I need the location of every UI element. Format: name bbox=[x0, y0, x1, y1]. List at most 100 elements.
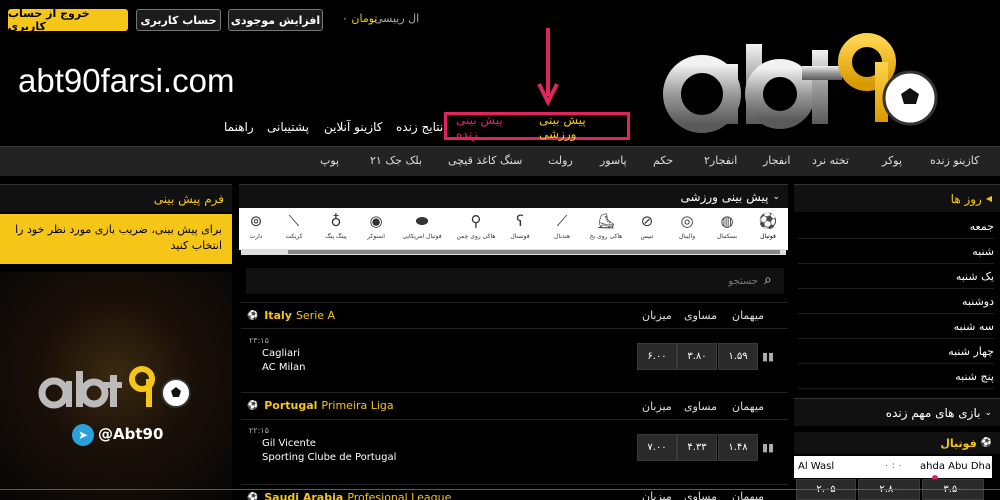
chevron-down-icon: ⌄ bbox=[772, 191, 780, 202]
days-header: روز ها ◀ bbox=[794, 184, 1000, 212]
field-hockey-icon: ⚲ bbox=[470, 212, 482, 230]
days-title: روز ها bbox=[950, 191, 982, 206]
caret-left-icon: ◀ bbox=[985, 194, 992, 203]
cat-hokm[interactable]: حکم bbox=[653, 154, 673, 167]
soccer-ball-icon: ⚽ bbox=[980, 438, 992, 448]
futsal-icon: ʕ bbox=[516, 212, 524, 230]
team-away: AC Milan bbox=[262, 362, 306, 373]
odd-x[interactable]: ۳.۸۰ bbox=[677, 343, 717, 370]
nav-online-casino[interactable]: کازینو آنلاین bbox=[324, 118, 386, 136]
cat-blackjack[interactable]: بلک جک ۲۱ bbox=[370, 154, 422, 167]
chevron-down-icon: ⌄ bbox=[984, 407, 992, 418]
stats-icon[interactable]: ▮▮ bbox=[762, 350, 774, 363]
promo-logo bbox=[38, 366, 191, 409]
sport-table-tennis[interactable]: ♁ پینگ پنگ bbox=[316, 212, 356, 248]
sport-soccer[interactable]: ⚽ فوتبال bbox=[748, 212, 788, 248]
cricket-icon: ⟍ bbox=[288, 212, 300, 230]
logout-button[interactable]: خروج از حساب کاربری bbox=[8, 7, 128, 33]
soccer-ball-icon: ⚽ bbox=[247, 400, 259, 411]
cat-backgammon[interactable]: تخته نرد bbox=[812, 154, 849, 167]
american-football-icon: ⬬ bbox=[415, 212, 429, 230]
nav-help[interactable]: راهنما bbox=[224, 118, 264, 136]
sport-basketball[interactable]: ◍ بسکتبال bbox=[707, 212, 747, 248]
sport-ice-hockey[interactable]: ⛸ هاکی روی یخ bbox=[586, 212, 626, 248]
day-item[interactable]: شنبه bbox=[798, 239, 994, 264]
cat-rock-paper-scissors[interactable]: سنگ کاغذ قیچی bbox=[448, 154, 522, 167]
sports-panel-header: پیش بینی ورزشی ⌄ bbox=[239, 184, 788, 208]
cat-roulette[interactable]: رولت bbox=[548, 154, 573, 167]
tennis-icon: ⊘ bbox=[640, 212, 654, 230]
sport-darts[interactable]: ⊚ دارت bbox=[236, 212, 276, 248]
user-name: ال رییسی bbox=[374, 12, 420, 25]
team-away: Sporting Clube de Portugal bbox=[262, 452, 397, 463]
sport-handball[interactable]: ⟋ هندبال bbox=[542, 212, 582, 248]
cat-crash2[interactable]: انفجار۲ bbox=[704, 154, 737, 167]
search-input[interactable]: جستجو bbox=[700, 276, 758, 287]
search-icon: ⌕ bbox=[764, 272, 772, 288]
live-header: بازی های مهم زنده ⌄ bbox=[794, 398, 1000, 426]
day-item[interactable]: سه شنبه bbox=[798, 314, 994, 339]
sport-volleyball[interactable]: ◎ والیبال bbox=[667, 212, 707, 248]
sport-field-hockey[interactable]: ⚲ هاکی روی چمن bbox=[456, 212, 496, 248]
nav-sports-betting[interactable]: پیش بینی ورزشی bbox=[539, 113, 614, 141]
telegram-handle: @Abt90 bbox=[98, 425, 164, 443]
odd-2[interactable]: ۷.۰۰ bbox=[637, 434, 677, 461]
odd-1[interactable]: ۱.۵۹ bbox=[718, 343, 758, 370]
stats-icon[interactable]: ▮▮ bbox=[762, 441, 774, 454]
match-time: ۲۲:۱۵ bbox=[249, 426, 269, 435]
cat-pop[interactable]: پوپ bbox=[320, 154, 339, 167]
sport-cricket[interactable]: ⟍ کریکت bbox=[274, 212, 314, 248]
odd-1[interactable]: ۱.۴۸ bbox=[718, 434, 758, 461]
volleyball-icon: ◎ bbox=[680, 212, 694, 230]
bet-slip-message: برای پیش بینی، ضریب بازی مورد نظر خود را… bbox=[0, 214, 232, 264]
soccer-ball-icon: ⚽ bbox=[247, 492, 259, 500]
cat-live-casino[interactable]: کازینو زنده bbox=[930, 154, 979, 167]
col-header-away: میهمان bbox=[732, 490, 765, 500]
darts-icon: ⊚ bbox=[249, 212, 263, 230]
soccer-ball-icon: ⚽ bbox=[247, 310, 259, 321]
col-header-away: میهمان bbox=[732, 309, 765, 322]
team-home: Gil Vicente bbox=[262, 438, 316, 449]
telegram-icon: ➤ bbox=[72, 424, 94, 446]
nav-live-betting[interactable]: پیش بینی زنده bbox=[456, 113, 528, 141]
live-home-team: Al Wasl bbox=[798, 461, 835, 472]
nav-live-results[interactable]: نتایج زنده bbox=[396, 118, 448, 136]
day-item[interactable]: جمعه bbox=[798, 214, 994, 239]
handball-icon: ⟋ bbox=[556, 212, 568, 230]
odd-x[interactable]: ۴.۳۳ bbox=[677, 434, 717, 461]
day-item[interactable]: دوشنبه bbox=[798, 289, 994, 314]
col-header-home: میزبان bbox=[642, 309, 672, 322]
col-header-home: میزبان bbox=[642, 400, 672, 413]
nav-support[interactable]: پشتیبانی bbox=[267, 118, 317, 136]
hockey-icon: ⛸ bbox=[596, 212, 616, 230]
sports-scrollbar-thumb[interactable] bbox=[288, 250, 780, 254]
live-sport-row[interactable]: فوتبال ⚽ bbox=[794, 432, 1000, 454]
site-logo[interactable] bbox=[662, 32, 942, 136]
balance-amount: تومان ۰ bbox=[342, 12, 378, 25]
cat-crash[interactable]: انفجار bbox=[763, 154, 790, 167]
live-away-team: ahda Abu Dhabi... bbox=[920, 461, 992, 472]
col-header-away: میهمان bbox=[732, 400, 765, 413]
deposit-button[interactable]: افزایش موجودی bbox=[228, 9, 323, 31]
sport-futsal[interactable]: ʕ فوتسال bbox=[500, 212, 540, 248]
snooker-icon: ◉ bbox=[369, 212, 383, 230]
sport-snooker[interactable]: ◉ اسنوکر bbox=[356, 212, 396, 248]
sport-american-football[interactable]: ⬬ فوتبال آمریکایی bbox=[402, 212, 442, 248]
sport-tennis[interactable]: ⊘ تنیس bbox=[627, 212, 667, 248]
odd-2[interactable]: ۶.۰۰ bbox=[637, 343, 677, 370]
day-item[interactable]: یک شنبه bbox=[798, 264, 994, 289]
day-item[interactable]: پنج شنبه bbox=[798, 364, 994, 389]
table-tennis-icon: ♁ bbox=[330, 212, 342, 230]
col-header-draw: مساوی bbox=[684, 309, 717, 322]
cat-poker[interactable]: پوکر bbox=[882, 154, 902, 167]
col-header-draw: مساوی bbox=[684, 400, 717, 413]
day-item[interactable]: چهار شنبه bbox=[798, 339, 994, 364]
basketball-icon: ◍ bbox=[720, 212, 734, 230]
cat-pasur[interactable]: پاسور bbox=[600, 154, 627, 167]
live-score: ۰ : ۰ bbox=[884, 461, 903, 471]
col-header-draw: مساوی bbox=[684, 490, 717, 500]
site-watermark: abt90farsi.com bbox=[18, 62, 235, 99]
sports-panel-title: پیش بینی ورزشی bbox=[680, 189, 769, 204]
live-title: بازی های مهم زنده bbox=[885, 405, 981, 420]
account-button[interactable]: حساب کاربری bbox=[136, 9, 221, 31]
